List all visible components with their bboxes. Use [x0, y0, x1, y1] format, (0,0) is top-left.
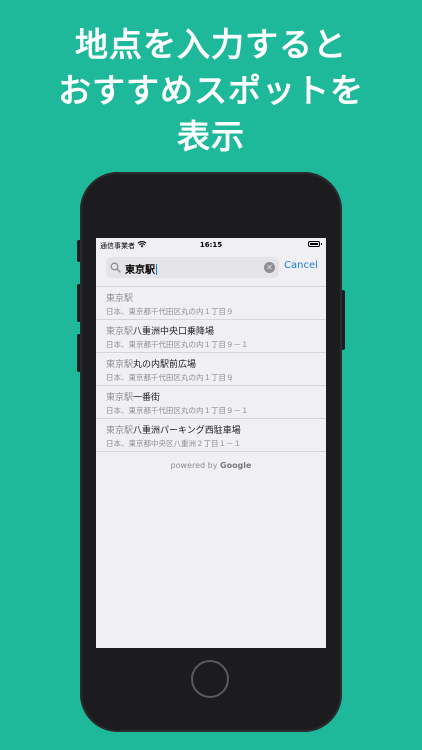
list-item[interactable]: 東京駅一番街 日本、東京都千代田区丸の内１丁目９－１ [96, 386, 326, 419]
text-caret [156, 264, 157, 275]
result-address: 日本、東京都千代田区丸の内１丁目９ [106, 307, 234, 316]
status-bar: 通信事業者 16:15 [96, 238, 326, 251]
search-input[interactable]: 東京駅 ✕ [106, 257, 279, 278]
result-title: 東京駅 [106, 294, 134, 304]
attribution-prefix: powered by [170, 461, 218, 470]
battery-icon [308, 241, 322, 247]
result-address: 日本、東京都中央区八重洲２丁目１－１ [106, 439, 241, 448]
list-item[interactable]: 東京駅八重洲パーキング西駐車場 日本、東京都中央区八重洲２丁目１－１ [96, 419, 326, 452]
search-bar: 東京駅 ✕ Cancel [96, 251, 326, 286]
result-address: 日本、東京都千代田区丸の内１丁目９ [106, 373, 234, 382]
headline-line-2: おすすめスポットを [58, 71, 364, 110]
status-time: 16:15 [199, 241, 223, 249]
result-title: 東京駅丸の内駅前広場 [106, 360, 197, 370]
cancel-button[interactable]: Cancel [284, 260, 318, 271]
list-item[interactable]: 東京駅丸の内駅前広場 日本、東京都千代田区丸の内１丁目９ [96, 353, 326, 386]
attribution: powered by Google [96, 461, 326, 470]
results-list: 東京駅 日本、東京都千代田区丸の内１丁目９ 東京駅八重洲中央口乗降場 日本、東京… [96, 286, 326, 452]
list-item[interactable]: 東京駅 日本、東京都千代田区丸の内１丁目９ [96, 287, 326, 320]
phone-screen: 通信事業者 16:15 東京駅 ✕ Cancel 東京駅 日本、東京都千代田区丸… [96, 238, 326, 648]
result-address: 日本、東京都千代田区丸の内１丁目９－１ [106, 406, 249, 415]
search-value: 東京駅 [125, 264, 157, 276]
headline-line-1: 地点を入力すると [75, 25, 347, 64]
list-item[interactable]: 東京駅八重洲中央口乗降場 日本、東京都千代田区丸の内１丁目９－１ [96, 320, 326, 353]
result-title: 東京駅八重洲中央口乗降場 [106, 327, 215, 337]
headline-line-3: 表示 [177, 117, 245, 156]
search-icon [110, 262, 121, 273]
result-address: 日本、東京都千代田区丸の内１丁目９－１ [106, 340, 249, 349]
result-title: 東京駅一番街 [106, 393, 161, 403]
headline: 地点を入力すると おすすめスポットを 表示 [0, 22, 422, 160]
clear-icon[interactable]: ✕ [264, 262, 275, 273]
home-button[interactable] [191, 660, 229, 698]
attribution-brand: Google [220, 461, 252, 470]
result-title: 東京駅八重洲パーキング西駐車場 [106, 426, 241, 436]
